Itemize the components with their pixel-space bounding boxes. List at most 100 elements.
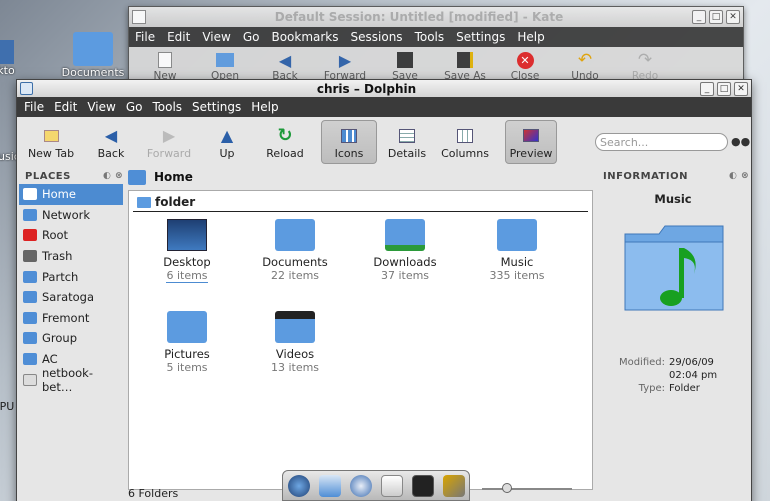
maximize-button[interactable]: □	[709, 10, 723, 24]
close-button[interactable]: ✕	[726, 10, 740, 24]
information-panel-header: INFORMATION ◐ ⊗	[597, 168, 749, 184]
dolphin-window[interactable]: chris – Dolphin _ □ ✕ File Edit View Go …	[16, 79, 752, 501]
file-list[interactable]: folder Desktop 6 items Documents 22 item…	[128, 190, 593, 490]
back-button[interactable]: ◀ Back	[83, 120, 139, 164]
file-item-videos[interactable]: Videos 13 items	[247, 311, 343, 374]
zoom-slider-handle[interactable]	[502, 483, 512, 493]
kate-launcher-icon[interactable]	[380, 474, 403, 497]
file-item-documents[interactable]: Documents 22 items	[247, 219, 343, 282]
menu-go[interactable]: Go	[126, 100, 143, 114]
settings-launcher-icon[interactable]	[442, 474, 465, 497]
reload-button[interactable]: ↻ Reload	[257, 120, 313, 164]
item-name: Videos	[275, 347, 315, 361]
kate-new-button[interactable]: New	[135, 50, 195, 82]
maximize-button[interactable]: □	[717, 81, 731, 96]
up-button[interactable]: ▲ Up	[199, 120, 255, 164]
file-item-downloads[interactable]: Downloads 37 items	[357, 219, 453, 282]
kate-titlebar[interactable]: Default Session: Untitled [modified] - K…	[129, 7, 743, 27]
kate-app-icon[interactable]	[132, 10, 146, 24]
menu-view[interactable]: View	[202, 30, 230, 44]
kate-window-title: Default Session: Untitled [modified] - K…	[274, 10, 564, 24]
panel-controls[interactable]: ◐ ⊗	[103, 171, 123, 181]
konqueror-launcher-icon[interactable]	[349, 474, 372, 497]
kate-save-as-button[interactable]: Save As	[435, 50, 495, 82]
minimize-button[interactable]: _	[692, 10, 706, 24]
button-label: Icons	[334, 146, 364, 160]
place-home[interactable]: Home	[19, 184, 123, 205]
item-name: Music	[500, 255, 534, 269]
item-count: 6 items	[166, 269, 208, 283]
place-netbook[interactable]: netbook-bet…	[19, 366, 123, 394]
kate-redo-button[interactable]: ↷ Redo	[615, 50, 675, 82]
preview-button[interactable]: Preview	[505, 120, 557, 164]
menu-edit[interactable]: Edit	[54, 100, 77, 114]
place-trash[interactable]: Trash	[19, 246, 123, 267]
menu-help[interactable]: Help	[251, 100, 278, 114]
kate-back-button[interactable]: ◀ Back	[255, 50, 315, 83]
redo-icon: ↷	[637, 50, 653, 70]
desktop-icon-documents[interactable]: Documents	[60, 32, 126, 79]
breadcrumb[interactable]: Home	[128, 168, 593, 186]
button-label: New Tab	[27, 146, 75, 160]
home-icon[interactable]	[128, 169, 146, 185]
dolphin-titlebar[interactable]: chris – Dolphin _ □ ✕	[17, 80, 751, 97]
button-label: Preview	[509, 146, 553, 160]
details-view-button[interactable]: Details	[379, 120, 435, 164]
place-partch[interactable]: Partch	[19, 266, 123, 287]
terminal-launcher-icon[interactable]	[411, 474, 434, 497]
desktop-icon-partial-2[interactable]: usic	[0, 150, 20, 163]
dolphin-launcher-icon[interactable]	[318, 474, 341, 497]
menu-settings[interactable]: Settings	[456, 30, 505, 44]
menu-file[interactable]: File	[135, 30, 155, 44]
columns-view-button[interactable]: Columns	[437, 120, 493, 164]
desktop-folder-icon	[167, 219, 207, 251]
close-button[interactable]: ✕	[734, 81, 748, 96]
menu-settings[interactable]: Settings	[192, 100, 241, 114]
minimize-button[interactable]: _	[700, 81, 714, 96]
place-network[interactable]: Network	[19, 205, 123, 226]
icons-view-button[interactable]: Icons	[321, 120, 377, 164]
place-label: Group	[42, 331, 78, 346]
kate-window[interactable]: Default Session: Untitled [modified] - K…	[128, 6, 744, 90]
menu-file[interactable]: File	[24, 100, 44, 114]
place-group[interactable]: Group	[19, 328, 123, 349]
music-folder-icon	[497, 219, 537, 251]
menu-edit[interactable]: Edit	[167, 30, 190, 44]
forward-button[interactable]: ▶ Forward	[141, 120, 197, 164]
place-saratoga[interactable]: Saratoga	[19, 287, 123, 308]
kate-undo-button[interactable]: ↶ Undo	[555, 50, 615, 82]
place-fremont[interactable]: Fremont	[19, 308, 123, 329]
file-item-music[interactable]: Music 335 items	[469, 219, 565, 282]
dolphin-app-icon[interactable]	[20, 82, 33, 95]
menu-bookmarks[interactable]: Bookmarks	[271, 30, 338, 44]
network-drive-icon	[23, 270, 37, 283]
file-item-desktop[interactable]: Desktop 6 items	[139, 219, 235, 283]
desktop-icon-partial-1[interactable]: kto	[0, 40, 16, 77]
search-placeholder: Search...	[600, 135, 649, 149]
panel-controls[interactable]: ◐ ⊗	[729, 171, 749, 181]
kate-open-button[interactable]: Open	[195, 50, 255, 82]
menu-help[interactable]: Help	[517, 30, 544, 44]
save-icon	[397, 52, 413, 68]
place-root[interactable]: Root	[19, 225, 123, 246]
place-label: Partch	[42, 269, 79, 284]
button-label: Forward	[146, 146, 192, 160]
kde-menu-icon[interactable]	[287, 474, 310, 497]
kate-close-button[interactable]: ✕ Close	[495, 50, 555, 82]
folder-icon	[0, 40, 14, 64]
new-tab-button[interactable]: New Tab	[21, 120, 81, 164]
menu-go[interactable]: Go	[243, 30, 260, 44]
menu-sessions[interactable]: Sessions	[351, 30, 403, 44]
zoom-slider[interactable]	[482, 483, 572, 493]
details-view-icon	[399, 128, 415, 143]
binoculars-icon[interactable]: ●●	[731, 135, 750, 148]
kate-save-button[interactable]: Save	[375, 50, 435, 82]
file-item-pictures[interactable]: Pictures 5 items	[139, 311, 235, 374]
menu-view[interactable]: View	[87, 100, 115, 114]
kate-forward-button[interactable]: ▶ Forward	[315, 50, 375, 83]
menu-tools[interactable]: Tools	[152, 100, 182, 114]
search-input[interactable]: Search...	[595, 133, 728, 151]
desktop-icon-partial-3[interactable]: PU	[0, 400, 16, 413]
breadcrumb-home[interactable]: Home	[154, 170, 193, 184]
menu-tools[interactable]: Tools	[415, 30, 445, 44]
